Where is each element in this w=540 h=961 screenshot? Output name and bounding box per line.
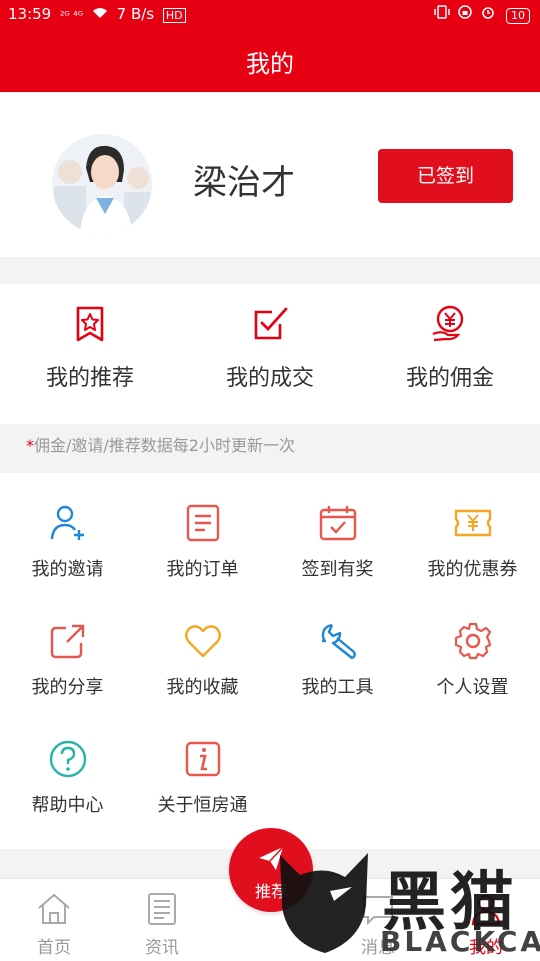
tab-home[interactable]: 首页 <box>0 879 108 961</box>
battery-level: 10 <box>506 8 530 24</box>
home-icon <box>36 891 72 927</box>
page-title: 我的 <box>246 50 294 78</box>
menu-item-tools[interactable]: 我的工具 <box>270 591 405 709</box>
clock: 13:59 <box>8 5 52 23</box>
checkin-button[interactable]: 已签到 <box>378 149 513 203</box>
menu-item-favorites[interactable]: 我的收藏 <box>135 591 270 709</box>
stat-label: 我的佣金 <box>405 366 494 391</box>
menu-item-checkin-reward[interactable]: 签到有奖 <box>270 473 405 591</box>
menu-label: 我的分享 <box>31 677 104 698</box>
alarm-icon <box>481 5 500 23</box>
vibrate-icon <box>433 5 455 23</box>
lock-icon <box>458 5 477 23</box>
signal-indicator: ²ᴳ ⁴ᴳ <box>60 9 84 22</box>
menu-item-orders[interactable]: 我的订单 <box>135 473 270 591</box>
tab-message[interactable]: 消息 <box>324 879 432 961</box>
tab-label: 消息 <box>361 938 395 958</box>
menu-label: 我的工具 <box>301 677 374 698</box>
star-bookmark-icon <box>70 304 110 344</box>
stats-row: 我的推荐 我的成交 我的佣金 <box>0 284 540 424</box>
menu-grid: 我的邀请 我的订单 签到有奖 我的优惠券 我的分享 我的收藏 我的工具 个人设置… <box>0 473 540 849</box>
send-icon <box>257 844 285 872</box>
menu-item-coupons[interactable]: 我的优惠券 <box>405 473 540 591</box>
menu-item-help[interactable]: 帮助中心 <box>0 709 135 827</box>
user-name: 梁治才 <box>193 163 295 203</box>
avatar[interactable] <box>52 134 152 234</box>
help-icon <box>48 739 88 779</box>
menu-item-about[interactable]: 关于恒房通 <box>135 709 270 827</box>
tab-label: 我的 <box>469 938 503 958</box>
menu-item-settings[interactable]: 个人设置 <box>405 591 540 709</box>
checkbox-pen-icon <box>250 304 290 344</box>
stat-deals[interactable]: 我的成交 <box>180 284 360 424</box>
stat-commission[interactable]: 我的佣金 <box>360 284 540 424</box>
menu-label: 我的邀请 <box>31 559 104 580</box>
menu-label: 关于恒房通 <box>157 795 248 816</box>
yen-coin-hand-icon <box>430 304 470 344</box>
net-speed: 7 B/s <box>116 5 155 23</box>
menu-label: 我的订单 <box>166 559 239 580</box>
tab-mine[interactable]: 我的 <box>432 879 540 961</box>
wrench-icon <box>318 621 358 661</box>
notice-text: 佣金/邀请/推荐数据每2小时更新一次 <box>34 436 295 455</box>
hd-badge: HD <box>162 8 186 23</box>
stat-label: 我的成交 <box>225 366 314 391</box>
coupon-icon <box>453 503 493 543</box>
stat-recommend[interactable]: 我的推荐 <box>0 284 180 424</box>
status-bar: 13:59 ²ᴳ ⁴ᴳ 7 B/s HD 10 <box>0 0 540 28</box>
wifi-icon <box>92 5 113 23</box>
share-icon <box>48 621 88 661</box>
tab-news[interactable]: 资讯 <box>108 879 216 961</box>
menu-label: 我的收藏 <box>166 677 239 698</box>
document-icon <box>183 503 223 543</box>
tab-label: 推荐 <box>254 882 287 901</box>
menu-label: 签到有奖 <box>301 559 374 580</box>
news-icon <box>144 891 180 927</box>
user-icon <box>468 891 504 927</box>
notice-star: * <box>26 436 34 455</box>
message-icon <box>360 891 396 927</box>
menu-item-share[interactable]: 我的分享 <box>0 591 135 709</box>
tab-label: 资讯 <box>145 938 179 958</box>
title-bar: 我的 <box>0 28 540 92</box>
menu-label: 我的优惠券 <box>427 559 518 580</box>
menu-label: 帮助中心 <box>31 795 104 816</box>
tab-label: 首页 <box>37 938 71 958</box>
heart-icon <box>183 621 223 661</box>
info-icon <box>183 739 223 779</box>
add-user-icon <box>48 503 88 543</box>
stat-label: 我的推荐 <box>45 366 134 391</box>
gear-icon <box>453 621 493 661</box>
menu-item-invite[interactable]: 我的邀请 <box>0 473 135 591</box>
calendar-check-icon <box>318 503 358 543</box>
update-notice: *佣金/邀请/推荐数据每2小时更新一次 <box>0 424 540 460</box>
profile-card: 梁治才 已签到 <box>0 93 540 257</box>
menu-label: 个人设置 <box>436 677 509 698</box>
recommend-fab[interactable]: 推荐 <box>229 828 313 912</box>
